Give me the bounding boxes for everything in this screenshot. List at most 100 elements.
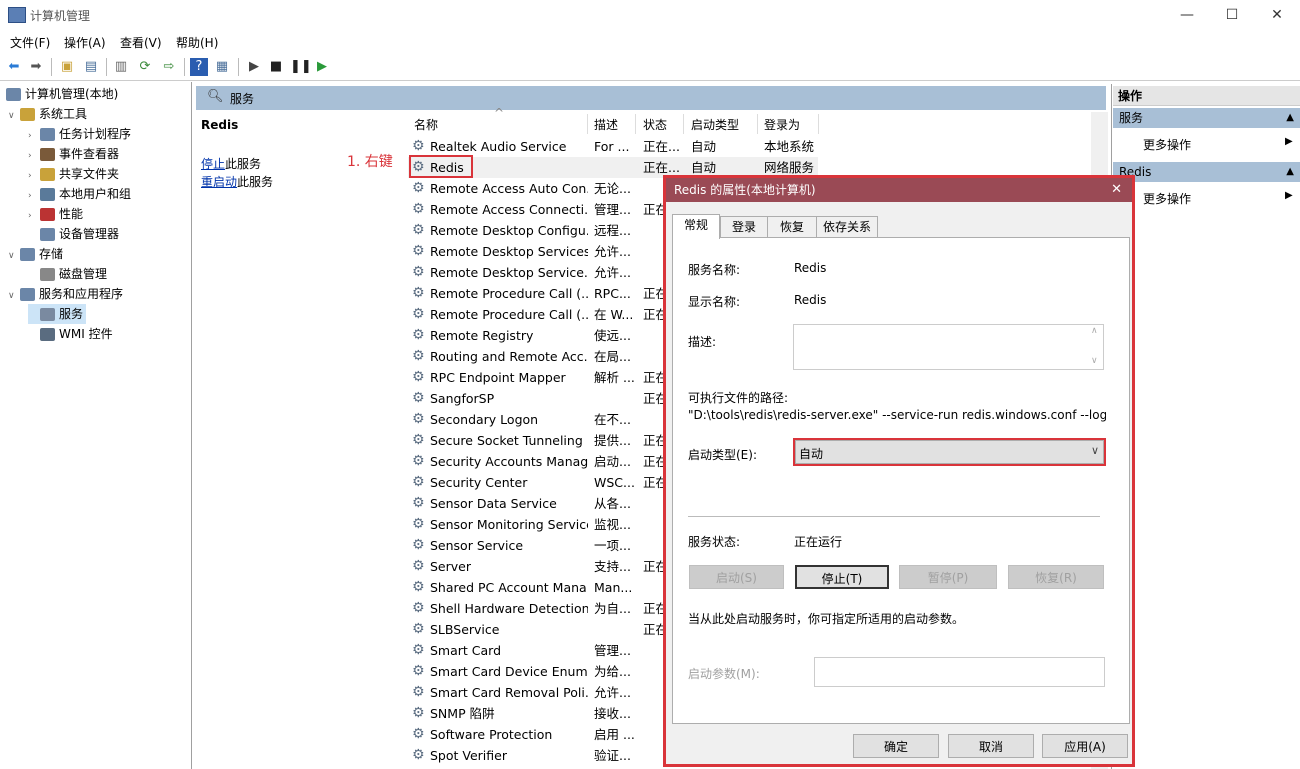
service-description: 在局... <box>594 349 631 364</box>
collapse-icon: ▲ <box>1286 112 1294 123</box>
tree-item[interactable]: › 任务计划程序 <box>28 124 131 144</box>
show-action-pane-icon[interactable]: ▦ <box>213 58 231 76</box>
tree-item-label: 任务计划程序 <box>59 127 132 141</box>
console-tree-icon[interactable]: ▤ <box>82 58 100 76</box>
service-name: Secure Socket Tunneling ... <box>430 433 588 448</box>
tree-root[interactable]: 计算机管理(本地) <box>6 84 118 104</box>
start-params-input[interactable] <box>814 657 1105 687</box>
stop-button[interactable]: 停止(T) <box>795 565 889 589</box>
pause-button[interactable]: 暂停(P) <box>899 565 997 589</box>
tree-item[interactable]: WMI 控件 <box>28 324 113 344</box>
status-value: 正在运行 <box>794 535 843 549</box>
column-description[interactable]: 描述 <box>594 116 618 133</box>
tree-item[interactable]: ∨ 服务和应用程序 <box>8 284 123 304</box>
more-actions-services[interactable]: 更多操作 <box>1143 136 1191 153</box>
display-name-label: 显示名称: <box>688 295 741 309</box>
service-gear-icon: ⚙ <box>412 390 425 406</box>
tree-item[interactable]: › 事件查看器 <box>28 144 119 164</box>
tree-item[interactable]: › 性能 <box>28 204 83 224</box>
apply-button[interactable]: 应用(A) <box>1042 734 1128 758</box>
tree-item[interactable]: 磁盘管理 <box>28 264 107 284</box>
service-description: 验证... <box>594 748 631 763</box>
expander-icon[interactable]: › <box>28 146 40 166</box>
pause-service-icon[interactable]: ❚❚ <box>290 58 312 76</box>
stop-service-icon[interactable]: ■ <box>267 58 285 76</box>
expander-icon[interactable]: ∨ <box>8 286 20 306</box>
tree-node-icon <box>40 308 55 321</box>
restart-service-link[interactable]: 重启动 <box>201 175 237 189</box>
submenu-arrow-icon: ▶ <box>1285 190 1293 201</box>
service-name-value: Redis <box>794 261 827 275</box>
restart-service-icon[interactable]: ▶ <box>313 58 331 76</box>
maximize-button[interactable]: ☐ <box>1209 0 1255 30</box>
tree-node-icon <box>20 108 35 121</box>
restart-service-line: 重启动此服务 <box>201 175 274 189</box>
actions-section-services[interactable]: 服务 ▲ <box>1113 108 1300 128</box>
expander-icon[interactable]: › <box>28 126 40 146</box>
tree-item[interactable]: › 本地用户和组 <box>28 184 131 204</box>
service-gear-icon: ⚙ <box>412 663 425 679</box>
menu-file[interactable]: 文件(F) <box>10 34 50 51</box>
column-startup-type[interactable]: 启动类型 <box>691 116 739 133</box>
forward-icon[interactable]: ➡ <box>27 58 45 76</box>
column-status[interactable]: 状态 <box>643 116 667 133</box>
menu-view[interactable]: 查看(V) <box>120 34 162 51</box>
refresh-icon[interactable]: ⟳ <box>136 58 154 76</box>
column-name[interactable]: 名称 <box>414 116 438 133</box>
tab-recovery[interactable]: 恢复 <box>767 216 817 238</box>
tab-logon[interactable]: 登录 <box>720 216 768 238</box>
cancel-button[interactable]: 取消 <box>948 734 1034 758</box>
expander-icon[interactable]: ∨ <box>8 246 20 266</box>
properties-icon[interactable]: ▥ <box>112 58 130 76</box>
column-log-on-as[interactable]: 登录为 <box>764 116 800 133</box>
tree-item[interactable]: 设备管理器 <box>28 224 119 244</box>
tree-node-icon <box>40 188 55 201</box>
service-startup-type: 自动 <box>691 139 717 154</box>
description-field[interactable] <box>793 324 1104 370</box>
tree-item-label: WMI 控件 <box>59 327 113 341</box>
service-logon: 本地系统 <box>764 139 815 154</box>
tree-item[interactable]: › 共享文件夹 <box>28 164 119 184</box>
scroll-down-icon[interactable]: ∨ <box>1091 356 1098 366</box>
tab-dependencies[interactable]: 依存关系 <box>816 216 878 238</box>
stop-service-link[interactable]: 停止 <box>201 157 225 171</box>
service-description: 接收... <box>594 706 631 721</box>
expander-icon[interactable]: › <box>28 166 40 186</box>
service-name: Remote Procedure Call (... <box>430 286 588 301</box>
service-description: 管理... <box>594 202 631 217</box>
app-icon <box>8 7 26 23</box>
dialog-title: Redis 的属性(本地计算机) <box>674 183 816 197</box>
back-icon[interactable]: ⬅ <box>5 58 23 76</box>
service-description: WSC... <box>594 475 634 490</box>
export-icon[interactable]: ⇨ <box>160 58 178 76</box>
scroll-up-icon[interactable]: ∧ <box>1091 326 1098 336</box>
expander-icon[interactable]: › <box>28 206 40 226</box>
help-icon[interactable]: ? <box>190 58 208 76</box>
service-gear-icon: ⚙ <box>412 495 425 511</box>
service-gear-icon: ⚙ <box>412 474 425 490</box>
close-button[interactable]: ✕ <box>1254 0 1300 30</box>
menu-help[interactable]: 帮助(H) <box>176 34 218 51</box>
tree-item[interactable]: 服务 <box>28 304 87 324</box>
resume-button[interactable]: 恢复(R) <box>1008 565 1104 589</box>
expander-icon[interactable]: › <box>28 186 40 206</box>
up-folder-icon[interactable]: ▣ <box>58 58 76 76</box>
service-description: 管理... <box>594 643 631 658</box>
start-button[interactable]: 启动(S) <box>689 565 784 589</box>
service-row[interactable]: ⚙ Realtek Audio Service For ... 正在... 自动 本地系统 <box>408 136 1108 157</box>
menu-action[interactable]: 操作(A) <box>64 34 106 51</box>
service-description: 监视... <box>594 517 631 532</box>
service-name: SLBService <box>430 622 500 637</box>
tree-item[interactable]: ∨ 系统工具 <box>8 104 87 124</box>
more-actions-redis[interactable]: 更多操作 <box>1143 190 1191 207</box>
service-description: 在不... <box>594 412 631 427</box>
start-service-icon[interactable]: ▶ <box>245 58 263 76</box>
tree-item[interactable]: ∨ 存储 <box>8 244 63 264</box>
tab-general[interactable]: 常规 <box>672 214 720 239</box>
actions-section-redis[interactable]: Redis ▲ <box>1113 162 1300 182</box>
ok-button[interactable]: 确定 <box>853 734 939 758</box>
annotation-right-click: 1. 右键 <box>347 154 393 170</box>
minimize-button[interactable]: — <box>1164 0 1210 30</box>
dialog-close-icon[interactable]: ✕ <box>1111 178 1122 202</box>
expander-icon[interactable]: ∨ <box>8 106 20 126</box>
